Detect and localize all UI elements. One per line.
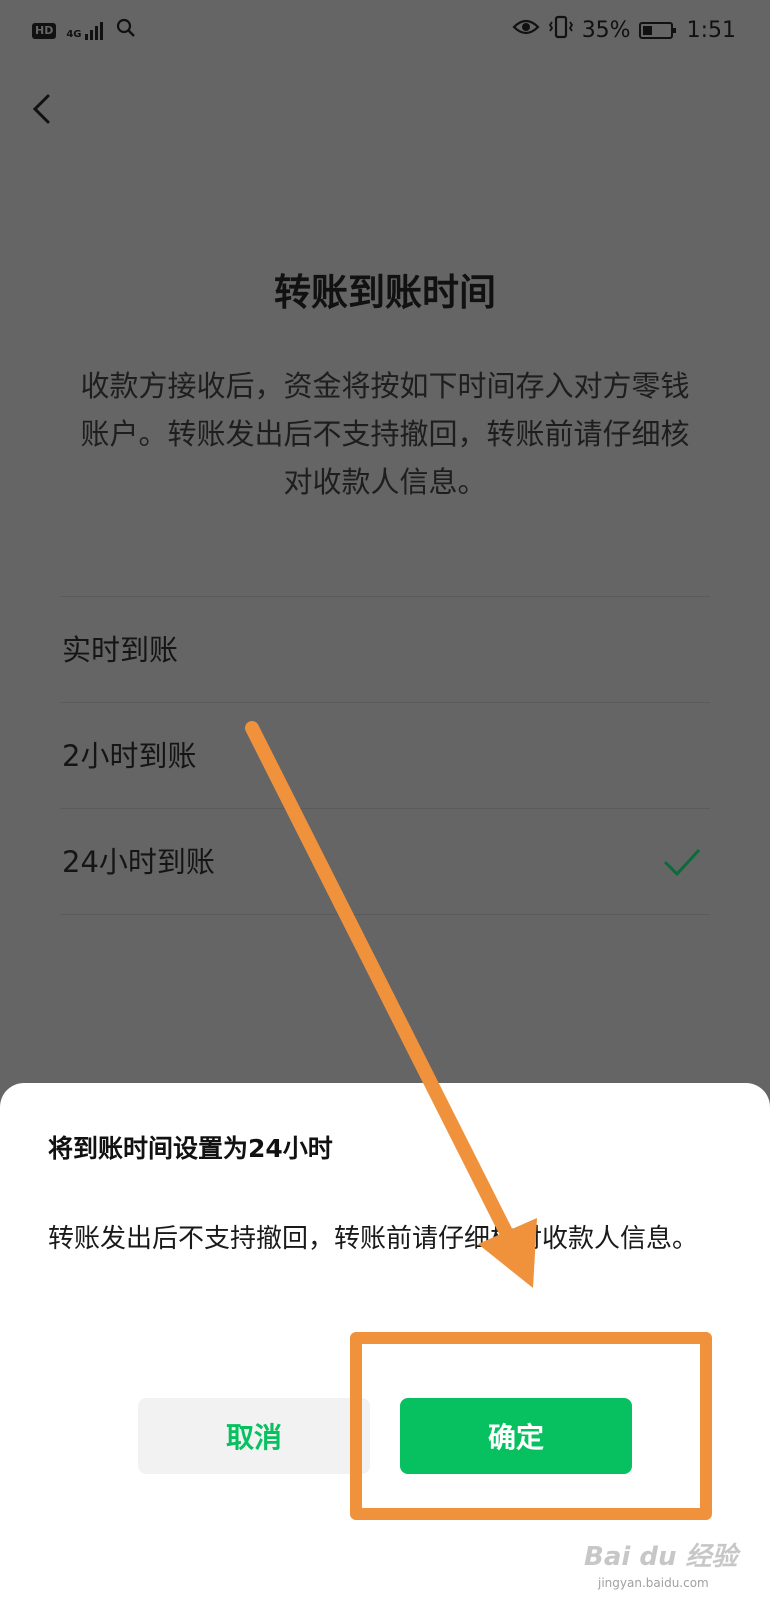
network-type: 4G [66,29,82,40]
search-icon [116,18,136,44]
status-bar-left: HD 4G [32,18,136,44]
page-title: 转账到账时间 [274,271,496,314]
option-24-hours[interactable]: 24小时到账 [60,809,710,915]
hd-badge: HD [32,23,57,39]
signal-icon: 4G [66,22,105,40]
arrival-time-options: 实时到账 2小时到账 24小时到账 [60,596,710,915]
cancel-button[interactable]: 取消 [138,1398,370,1474]
back-button[interactable] [20,84,70,134]
watermark-url: jingyan.baidu.com [598,1576,709,1590]
clock: 1:51 [686,17,736,43]
option-label: 实时到账 [62,633,179,667]
status-bar: HD 4G 35% 1:51 [0,0,770,62]
vibrate-icon [548,14,574,46]
battery-percent: 35% [581,17,631,43]
confirm-dialog: 将到账时间设置为24小时 转账发出后不支持撤回，转账前请仔细核对收款人信息。 取… [0,1083,770,1600]
dialog-message: 转账发出后不支持撤回，转账前请仔细核对收款人信息。 [48,1224,699,1254]
status-bar-right: 35% 1:51 [512,14,736,46]
option-2-hours[interactable]: 2小时到账 [60,703,710,809]
checkmark-icon [663,848,701,877]
eye-icon [512,17,540,43]
option-label: 24小时到账 [62,845,215,879]
confirm-button[interactable]: 确定 [400,1398,632,1474]
option-label: 2小时到账 [62,739,197,773]
option-realtime[interactable]: 实时到账 [60,597,710,703]
dialog-title: 将到账时间设置为24小时 [48,1134,333,1163]
watermark-logo: Bai du 经验 [584,1542,738,1572]
battery-icon [638,21,676,39]
page-description: 收款方接收后，资金将按如下时间存入对方零钱账户。转账发出后不支持撤回，转账前请仔… [80,369,690,499]
chevron-left-icon [32,94,50,124]
